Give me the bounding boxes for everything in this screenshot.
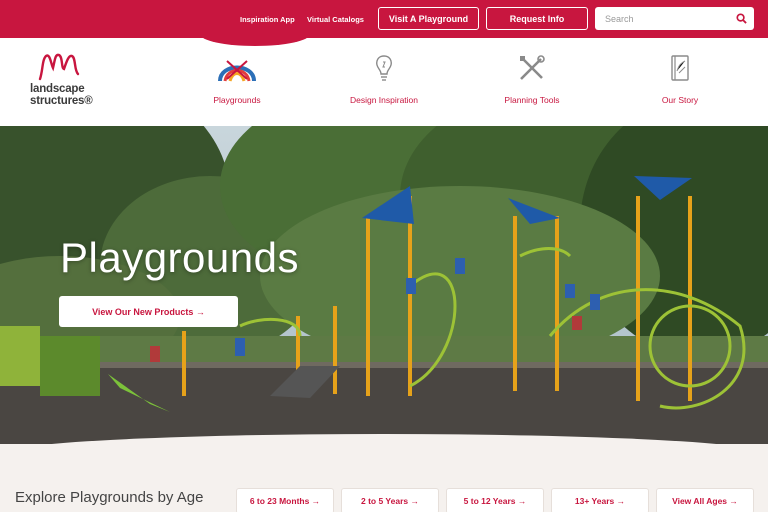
- nav-label-design-inspiration: Design Inspiration: [349, 95, 419, 105]
- age-2-5-years-button[interactable]: 2 to 5 Years →: [341, 488, 439, 512]
- tools-icon: [520, 55, 545, 80]
- inspiration-app-link[interactable]: Inspiration App: [240, 15, 295, 24]
- nav-item-playgrounds[interactable]: Playgrounds: [182, 53, 292, 113]
- nav-label-our-story: Our Story: [661, 95, 699, 105]
- playground-arch-icon: [218, 60, 256, 82]
- nav-label-playgrounds: Playgrounds: [213, 95, 261, 105]
- nav-item-planning-tools[interactable]: Planning Tools: [477, 53, 587, 113]
- logo-line-2: structures®: [30, 95, 93, 107]
- nav-item-our-story[interactable]: Our Story: [625, 53, 735, 113]
- view-all-ages-button[interactable]: View All Ages →: [656, 488, 754, 512]
- hero-banner: Playgrounds View Our New Products →: [0, 126, 768, 444]
- age-6-23-months-button[interactable]: 6 to 23 Months →: [236, 488, 334, 512]
- book-icon: [671, 55, 689, 81]
- lightbulb-icon: [376, 55, 392, 81]
- top-bar: Inspiration App Virtual Catalogs Visit A…: [0, 0, 768, 38]
- main-nav: landscape structures® Playgrounds Design…: [0, 38, 768, 126]
- logo-line-1: landscape: [30, 83, 85, 95]
- logo-text: landscape structures®: [30, 83, 93, 107]
- request-info-button[interactable]: Request Info: [486, 7, 588, 30]
- age-5-12-years-button[interactable]: 5 to 12 Years →: [446, 488, 544, 512]
- age-13-plus-button[interactable]: 13+ Years →: [551, 488, 649, 512]
- hero-playground-photo: [0, 126, 768, 444]
- search-input[interactable]: [595, 8, 730, 29]
- logo-mark-icon: [38, 53, 80, 81]
- visit-playground-button[interactable]: Visit A Playground: [378, 7, 479, 30]
- virtual-catalogs-link[interactable]: Virtual Catalogs: [307, 15, 364, 24]
- logo[interactable]: landscape structures®: [27, 52, 99, 112]
- search-icon[interactable]: [736, 13, 747, 24]
- nav-label-planning-tools: Planning Tools: [504, 95, 560, 105]
- view-new-products-button[interactable]: View Our New Products →: [59, 296, 238, 327]
- hero-title: Playgrounds: [60, 234, 299, 281]
- nav-item-design-inspiration[interactable]: Design Inspiration: [329, 53, 439, 113]
- search-box: [595, 7, 754, 30]
- explore-by-age-heading: Explore Playgrounds by Age: [15, 489, 204, 506]
